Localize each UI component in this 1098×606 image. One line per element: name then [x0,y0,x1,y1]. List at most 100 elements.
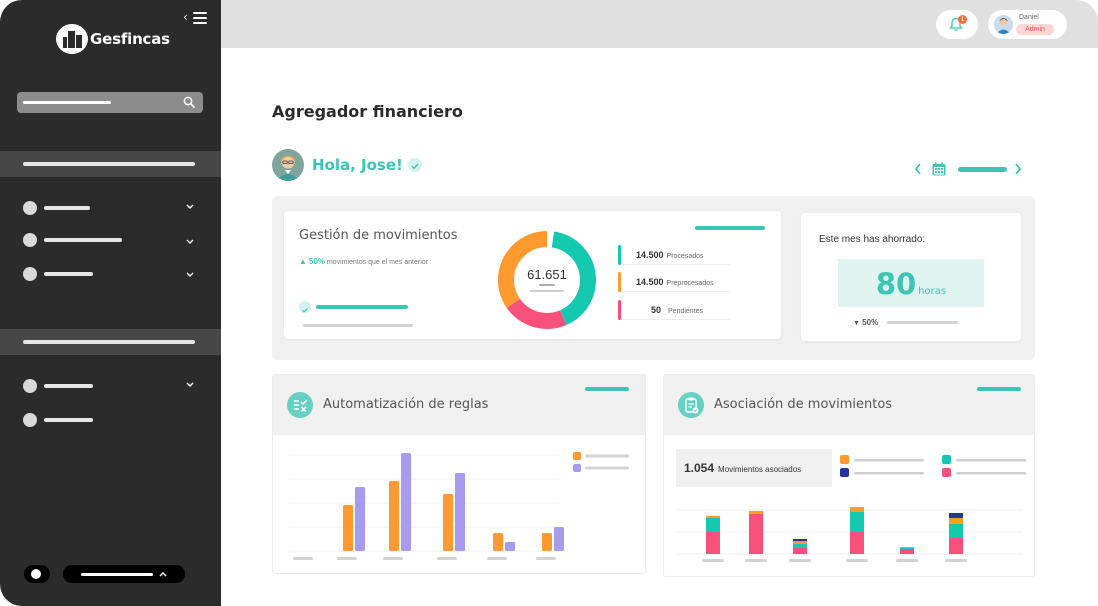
item-label-bar [44,384,93,388]
sidebar-section-header[interactable] [0,329,221,355]
chevron-left-icon: ‹ [183,10,188,24]
section-label-bar [23,162,195,166]
chevron-up-icon [159,571,167,577]
account-switcher[interactable] [63,565,185,583]
trend-percent: 50% [308,257,325,266]
search-placeholder-bar [23,101,111,104]
trend-text: movimientos que el mes anterior [326,259,428,266]
date-range-bar[interactable] [958,167,1007,172]
tick-label-bar [437,557,457,560]
legend-value: 14.500 Procesados [636,250,704,260]
topbar: 1 Daniel Admin [221,0,1098,48]
legend-swatch [840,468,849,477]
sidebar-search-input[interactable] [17,92,203,113]
notification-badge: 1 [958,15,967,24]
item-icon [23,413,37,427]
search-icon [183,96,195,108]
check-circle-icon [299,301,311,313]
tick-label-bar [536,557,556,560]
calendar-icon[interactable] [932,162,946,176]
legend-label-bar [854,459,924,462]
chevron-left-icon[interactable] [913,161,923,177]
automatizacion-card: Automatización de reglas [272,374,646,574]
chevron-down-icon [186,272,194,277]
item-icon [23,201,37,215]
card-title: Asociación de movimientos [714,397,893,412]
sidebar-item[interactable] [23,412,199,428]
menu-bar-icon [193,17,207,19]
stat-value: 1.054 Movimientos asociados [684,461,802,475]
legend-row-preprocesados: 14.500 Preprocesados [618,272,730,292]
legend-label-bar [956,459,1026,462]
tick-label-bar [745,559,767,562]
item-label-bar [44,238,122,242]
card-title: Automatización de reglas [323,397,489,412]
trend-down-arrow-icon: ▼ [853,320,860,327]
tick-label-bar [945,559,967,562]
legend-label-bar [585,466,629,470]
bar [554,527,564,551]
logo[interactable]: Gesfincas [56,24,170,54]
tick-label-bar [896,559,918,562]
sidebar-item[interactable] [23,266,199,282]
bar-segment [900,549,914,554]
chevron-right-icon[interactable] [1013,161,1023,177]
legend-marker [618,300,621,320]
item-label-bar [44,272,93,276]
bar-segment [850,532,864,554]
asociados-stat: 1.054 Movimientos asociados [676,449,832,487]
legend-swatch [573,452,581,460]
asociacion-card: Asociación de movimientos 1.054 Movimient… [663,374,1035,577]
ahorro-card: Este mes has ahorrado: 80 horas ▼ 50% [801,213,1021,341]
ahorro-value: 80 [875,267,917,301]
collapse-menu-button[interactable]: ‹ [183,10,209,26]
tick-label-bar [293,557,313,560]
legend-label-bar [585,454,629,458]
sidebar-item[interactable] [23,200,199,216]
user-menu[interactable]: Daniel Admin [988,10,1067,39]
automatizacion-bar-chart [289,452,629,560]
bar-segment [793,544,807,548]
bar-segment [706,532,720,554]
chevron-down-icon [186,239,194,244]
user-name: Daniel [1019,14,1039,21]
ahorro-unit: horas [918,286,947,297]
trend-up-arrow-icon: ▲ [299,257,307,266]
progress-bar [316,305,408,309]
tick-label-bar [383,557,403,560]
rules-check-icon [287,392,313,418]
legend-marker [618,272,621,292]
bar [343,505,353,551]
building-logo-icon [56,24,88,54]
greeting: Hola, Jose! [312,156,403,174]
bar [443,494,453,551]
sidebar-section-header[interactable] [0,151,221,177]
theme-toggle[interactable] [24,565,50,583]
card-header: Asociación de movimientos [664,375,1034,435]
bar [505,542,515,551]
legend-marker [618,245,621,265]
bar-segment [706,516,720,518]
bar-segment [850,512,864,532]
brand-name: Gesfincas [90,30,170,48]
date-navigator [913,161,1025,179]
gestion-title: Gestión de movimientos [299,228,458,243]
clipboard-icon [678,392,704,418]
movements-donut-chart: 61.651 [498,231,596,329]
bar [355,487,365,551]
chevron-down-icon [186,204,194,209]
avatar [272,149,304,181]
sidebar-item[interactable] [23,232,199,248]
tick-label-bar [789,559,811,562]
ahorro-trend: ▼ 50% [853,318,878,327]
legend-row-procesados: 14.500 Procesados [618,245,730,265]
item-icon [23,233,37,247]
page-title: Agregador financiero [272,102,463,121]
notifications-button[interactable]: 1 [936,10,978,39]
sidebar-item[interactable] [23,378,199,394]
tick-label-bar [702,559,724,562]
bar-segment [949,518,963,524]
section-label-bar [23,340,195,344]
gestion-card: Gestión de movimientos ▲ 50% movimientos… [284,211,781,339]
gestion-trend: ▲ 50% movimientos que el mes anterior [299,257,428,266]
